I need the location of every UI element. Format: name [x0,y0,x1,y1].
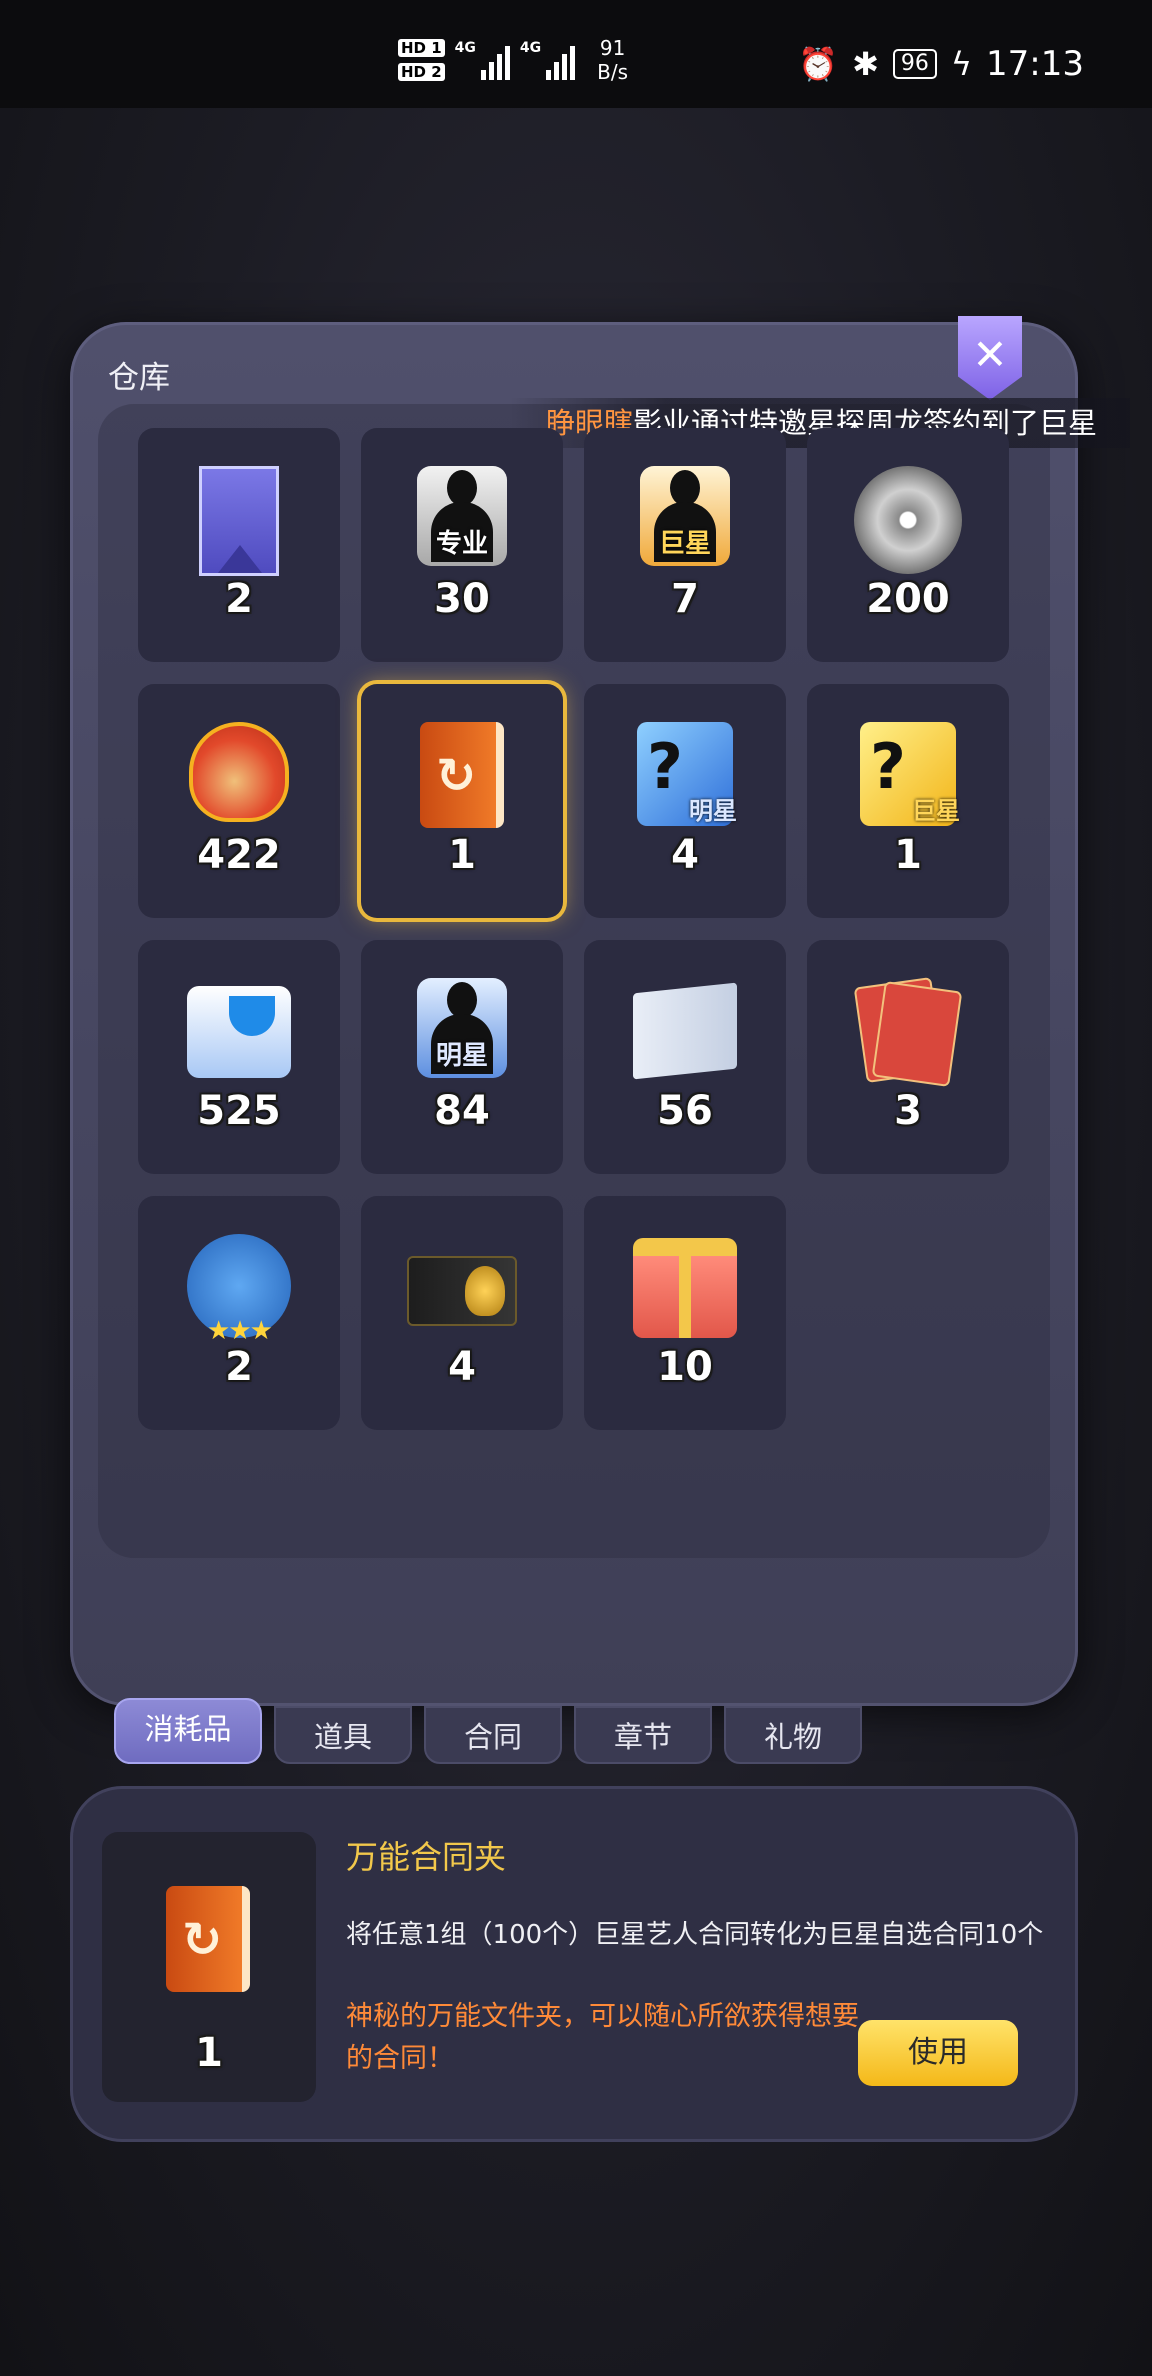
item-description: 将任意1组（100个）巨星艺人合同转化为巨星自选合同10个 [346,1920,1044,1950]
item-count: 2 [225,576,253,622]
item-count: 1 [448,832,476,878]
item-tag: 专业 [435,529,488,559]
item-count: 30 [434,576,490,622]
hd-indicators: HD 1 HD 2 [398,39,445,81]
item-count: 84 [434,1088,490,1134]
item-count: 56 [657,1088,713,1134]
item-count: 7 [671,576,699,622]
lucky-bell-icon [184,722,294,832]
item-flavor-text: 神秘的万能文件夹，可以随心所欲获得想要的合同！ [346,2001,859,2074]
item-slot[interactable]: 525 [138,940,340,1174]
item-slot[interactable]: 4 [361,1196,563,1430]
clock: 17:13 [986,44,1084,84]
item-count: 1 [894,832,922,878]
item-slot[interactable]: 专业 30 [361,428,563,662]
bluetooth-icon: ✱ [852,45,879,83]
signal-2-icon: 4G [519,40,576,80]
warehouse-panel: 仓库 ✕ 睁眼瞎影业通过特邀星探周龙签约到了巨星 2 专业 30 巨星 7 20… [70,316,1130,1706]
tab-chapters[interactable]: 章节 [574,1706,712,1764]
universal-contract-folder-icon: ↻ [166,1886,250,1992]
black-gold-card-icon [407,1234,517,1344]
hd2-label: HD 2 [398,63,445,81]
inventory-grid: 2 专业 30 巨星 7 200 422 ↻ 1 ? 明星 4 ? 巨星 1 5… [138,428,1009,1430]
star-mystery-box-icon: ? 明星 [630,722,740,832]
item-slot[interactable]: 2 [138,428,340,662]
universal-contract-folder-icon: ↻ [407,722,517,832]
tab-props[interactable]: 道具 [274,1706,412,1764]
item-slot[interactable]: 200 [807,428,1009,662]
speed-value: 91 [599,36,626,60]
use-button[interactable]: 使用 [858,2020,1018,2086]
speed-unit: B/s [597,60,629,84]
red-envelope-icon [853,977,963,1088]
panel-title: 仓库 [108,360,170,396]
item-count: 2 [225,1344,253,1390]
tab-contracts[interactable]: 合同 [424,1706,562,1764]
item-tag: 巨星 [658,529,711,559]
superstar-mystery-box-icon: ? 巨星 [853,722,963,832]
close-icon: ✕ [972,330,1008,379]
purple-card-icon [184,466,294,576]
team-badge-icon: ★★★ [184,1234,294,1346]
item-detail-panel: ↻ 1 万能合同夹 将任意1组（100个）巨星艺人合同转化为巨星自选合同10个 … [70,1786,1078,2142]
item-tag: 明星 [689,797,737,825]
item-slot[interactable]: 巨星 7 [584,428,786,662]
net2-label: 4G [519,40,542,56]
item-count: 3 [894,1088,922,1134]
item-slot[interactable]: ★★★ 2 [138,1196,340,1430]
item-slot[interactable]: 56 [584,940,786,1174]
tab-gifts[interactable]: 礼物 [724,1706,862,1764]
star-contract-icon: 明星 [407,978,517,1088]
gift-box-icon [630,1234,740,1344]
professional-contract-icon: 专业 [407,466,517,576]
item-count: 4 [671,832,699,878]
item-slot[interactable]: ? 巨星 1 [807,684,1009,918]
alarm-icon: ⏰ [798,45,839,83]
item-detail-count: 1 [195,2030,223,2076]
network-speed: 91 B/s [597,36,628,84]
network-status: HD 1 HD 2 4G 4G 91 B/s [398,36,628,84]
close-button[interactable]: ✕ [958,316,1022,400]
signal-1-icon: 4G [455,40,510,80]
item-slot[interactable]: 422 [138,684,340,918]
status-bar: HD 1 HD 2 4G 4G 91 B/s ⏰ ✱ 96 ϟ 17:13 [0,0,1152,108]
item-detail-thumbnail: ↻ 1 [102,1832,316,2102]
script-book-icon [630,978,740,1088]
item-count: 525 [197,1088,281,1134]
tab-consumables[interactable]: 消耗品 [114,1698,262,1764]
charging-icon: ϟ [950,45,973,83]
item-tag: 巨星 [912,797,960,825]
hd1-label: HD 1 [398,39,445,57]
category-tabs: 消耗品 道具 合同 章节 礼物 [114,1698,862,1764]
item-count: 4 [448,1344,476,1390]
film-reel-icon [853,466,963,576]
item-tag: 明星 [435,1041,488,1071]
item-slot[interactable]: ? 明星 4 [584,684,786,918]
drink-cup-icon [184,978,294,1088]
battery-indicator: 96 [892,49,937,79]
item-slot-selected[interactable]: ↻ 1 [361,684,563,918]
item-count: 10 [657,1344,713,1390]
item-name: 万能合同夹 [346,1838,507,1876]
net1-label: 4G [454,40,476,56]
item-slot[interactable]: 明星 84 [361,940,563,1174]
item-slot[interactable]: 3 [807,940,1009,1174]
item-count: 422 [197,832,281,878]
superstar-contract-icon: 巨星 [630,466,740,576]
item-slot[interactable]: 10 [584,1196,786,1430]
item-count: 200 [866,576,950,622]
system-status: ⏰ ✱ 96 ϟ 17:13 [798,44,1084,84]
